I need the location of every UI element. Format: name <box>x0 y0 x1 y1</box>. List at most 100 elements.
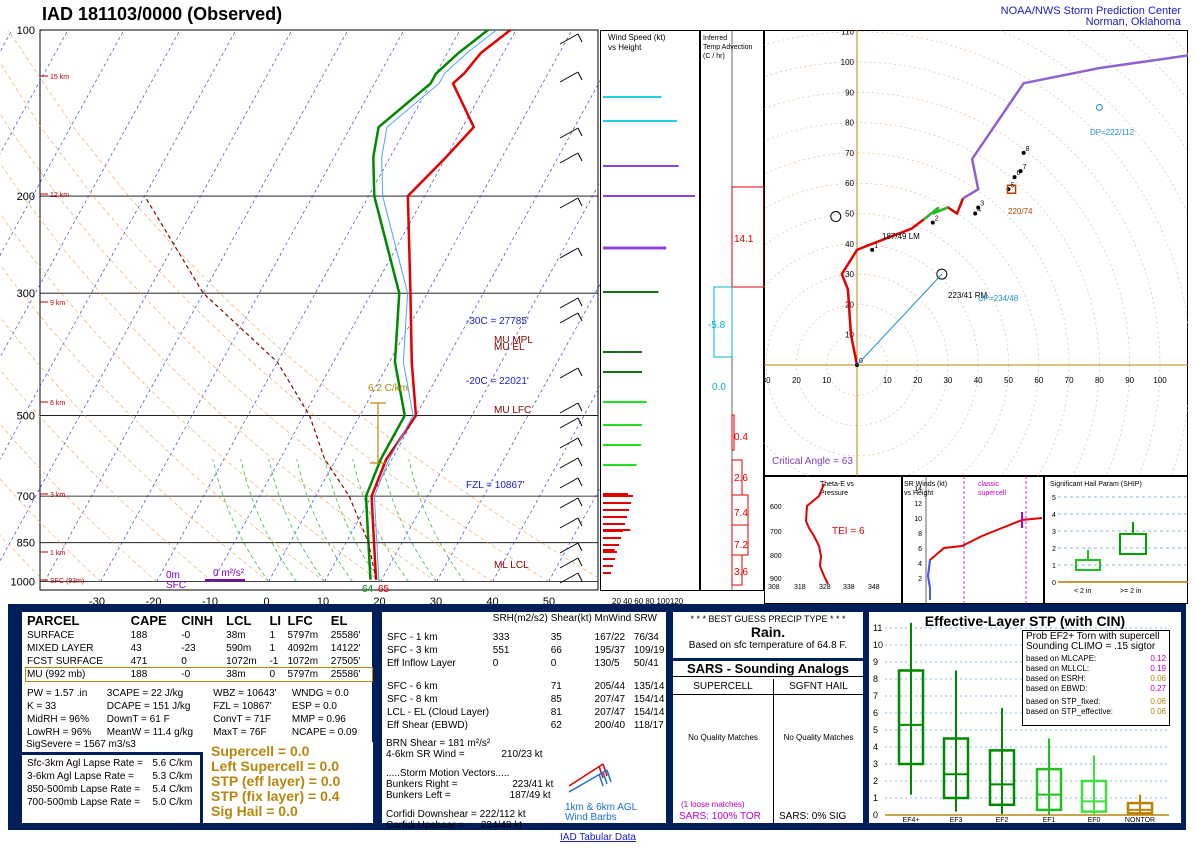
kin-cell: 333 <box>492 632 510 643</box>
mu-lfc-label: MU LFC <box>494 405 531 416</box>
kin-cell: 81 <box>550 707 562 718</box>
stp-y-label: 9 <box>873 657 878 667</box>
precip-title: * * * BEST GUESS PRECIP TYPE * * * <box>690 614 846 624</box>
theta-e-x1: 308 <box>768 584 780 591</box>
org-block: NOAA/NWS Storm Prediction Center Norman,… <box>1001 6 1181 28</box>
stp-y-label: 2 <box>873 776 878 786</box>
adv-value-5: 2.6 <box>734 473 748 484</box>
parcel-col-header: EL <box>330 613 348 628</box>
sars-col-hail: SGFNT HAIL <box>789 681 848 692</box>
tabular-data-link[interactable]: IAD Tabular Data <box>560 832 636 843</box>
kin-cell: 154/14 <box>633 694 665 705</box>
sr-winds-panel: SR Winds (kt) vs Height classic supercel… <box>902 476 1044 604</box>
supercell-param: Supercell = 0.0 <box>211 743 310 759</box>
stp-y-label: 0 <box>873 810 878 820</box>
lapse-label: 6.2 C/km <box>368 383 408 394</box>
stat-cell: MMP = 0.96 <box>291 714 346 725</box>
sr-classic-2: supercell <box>978 490 1006 497</box>
skewt-chart: 1002003005007008501000-30 -20 -10 0 10 20 30 40… <box>0 25 600 608</box>
kin-cell <box>492 719 550 732</box>
parcel-row-selected: MU (992 mb) 188 -0 38m 0 5797m 25586' <box>25 667 373 682</box>
ship-x1: < 2 in <box>1074 588 1091 595</box>
precip-note: Based on sfc temperature of 64.8 F. <box>688 640 848 651</box>
km-label: 3 km <box>50 492 65 499</box>
hodo-y-tick: 60 <box>845 179 854 188</box>
km-label: 15 km <box>50 74 69 81</box>
parcel-cell: -1 <box>269 656 279 667</box>
isotherm-line <box>0 29 13 53</box>
kin-cell: 200/40 <box>594 720 626 731</box>
parcel-cell: FCST SURFACE <box>27 656 103 667</box>
corfidi-down-label: Corfidi Downshear = <box>386 809 477 820</box>
km-label: 9 km <box>50 300 65 307</box>
kin-cell: 109/19 <box>633 645 665 656</box>
stp-prob-row: based on EBWD: 0.27 <box>1026 684 1166 694</box>
stat-cell: K = 33 <box>27 701 57 712</box>
sars-tor: SARS: 100% TOR <box>679 811 761 822</box>
mu-el-label: MU EL <box>494 342 525 353</box>
sig-hail-param: Sig Hail = 0.0 <box>211 803 298 819</box>
sars-nq-2: No Quality Matches <box>783 733 854 742</box>
kin-row: SFC - 1 km 333 35 167/22 76/34 <box>386 631 666 644</box>
kin-header: MnWind <box>594 613 632 624</box>
stp-y-label: 7 <box>873 691 878 701</box>
stat-cell: ConvT = 71F <box>213 714 272 725</box>
parcel-cell: 188 <box>130 630 148 641</box>
stat-cell: DCAPE = 151 J/kg <box>106 701 191 712</box>
kin-cell <box>492 680 550 693</box>
hodo-y-tick: 100 <box>841 58 855 67</box>
theta-e-x3: 328 <box>819 584 831 591</box>
parcel-col-header: LI <box>269 613 282 628</box>
parcel-cell: 14122' <box>330 643 361 654</box>
kin-cell: 35 <box>550 632 562 643</box>
sr-title-1: SR Winds (kt) <box>904 481 947 488</box>
stp-prob-row: based on ESRH: 0.06 <box>1026 674 1166 684</box>
pressure-label: 200 <box>17 191 35 203</box>
theta-e-p2: 700 <box>770 529 782 536</box>
sfc-label: SFC <box>166 580 186 591</box>
stp-prob-value: 0.06 <box>1150 674 1166 683</box>
parcel-cell: -23 <box>181 643 196 654</box>
kin-cell: SFC - 6 km <box>387 681 438 692</box>
stat-cell: FZL = 10867' <box>213 701 272 712</box>
ship-y-label: 4 <box>1052 512 1056 519</box>
stp-fix-param: STP (fix layer) = 0.4 <box>211 788 340 804</box>
parcel-col-header: PARCEL <box>27 613 80 628</box>
hodo-sm-label: 220/74 <box>1008 207 1033 216</box>
parcel-table: PARCEL CAPE CINH LCL LI LFC EL SURFACE 1… <box>25 612 373 682</box>
sars-title: SARS - Sounding Analogs <box>673 661 863 677</box>
km-label: 12 km <box>50 192 69 199</box>
theta-e-x2: 318 <box>794 584 806 591</box>
kin-cell: 130/5 <box>594 658 620 669</box>
precip-type: Rain. <box>750 624 786 640</box>
hodograph: 1101009080706050403020103020101020304050… <box>764 30 1188 476</box>
sfc-t-label: 65 <box>378 584 390 595</box>
adv-value-6: 7.4 <box>734 508 748 519</box>
adv-value-4: 0.4 <box>734 432 748 443</box>
hodo-x-tick: 10 <box>883 376 892 385</box>
stp-prob-label: based on ESRH: <box>1026 674 1086 683</box>
pressure-label: 500 <box>17 411 35 423</box>
fzl-label: FZL = 10867' <box>466 480 525 491</box>
kin-cell: 76/34 <box>633 632 659 643</box>
stp-y-label: 10 <box>873 640 883 650</box>
parcel-cell: 1072m <box>226 656 257 667</box>
km-label: 6 km <box>50 400 65 407</box>
adv-value-8: 3.6 <box>734 567 748 578</box>
brn-shear: BRN Shear = 181 m²/s² <box>386 738 491 749</box>
kin-cell: 66 <box>550 645 562 656</box>
hodo-x-tick: 50 <box>1004 376 1013 385</box>
stp-prob-row: based on MLCAPE: 0.12 <box>1026 654 1166 664</box>
sars-sig: SARS: 0% SIG <box>779 811 847 822</box>
stp-prob-row: based on STP_effective: 0.06 <box>1026 707 1166 717</box>
bunkers-right-value: 223/41 kt <box>512 779 554 790</box>
stp-y-label: 8 <box>873 674 878 684</box>
stp-box: Effective-Layer STP (with CIN) 11 10 9 8 7 6 5… <box>869 612 1181 823</box>
parcel-cell: MIXED LAYER <box>27 643 94 654</box>
stat-cell: MeanW = 11.4 g/kg <box>106 727 194 738</box>
kin-cell: 85 <box>550 694 562 705</box>
sr-classic-1: classic <box>978 481 1000 488</box>
lapse-label: 700-500mb Lapse Rate = <box>27 797 141 808</box>
adv-value-7: 7.2 <box>734 540 748 551</box>
stp-y-label: 1 <box>873 793 878 803</box>
